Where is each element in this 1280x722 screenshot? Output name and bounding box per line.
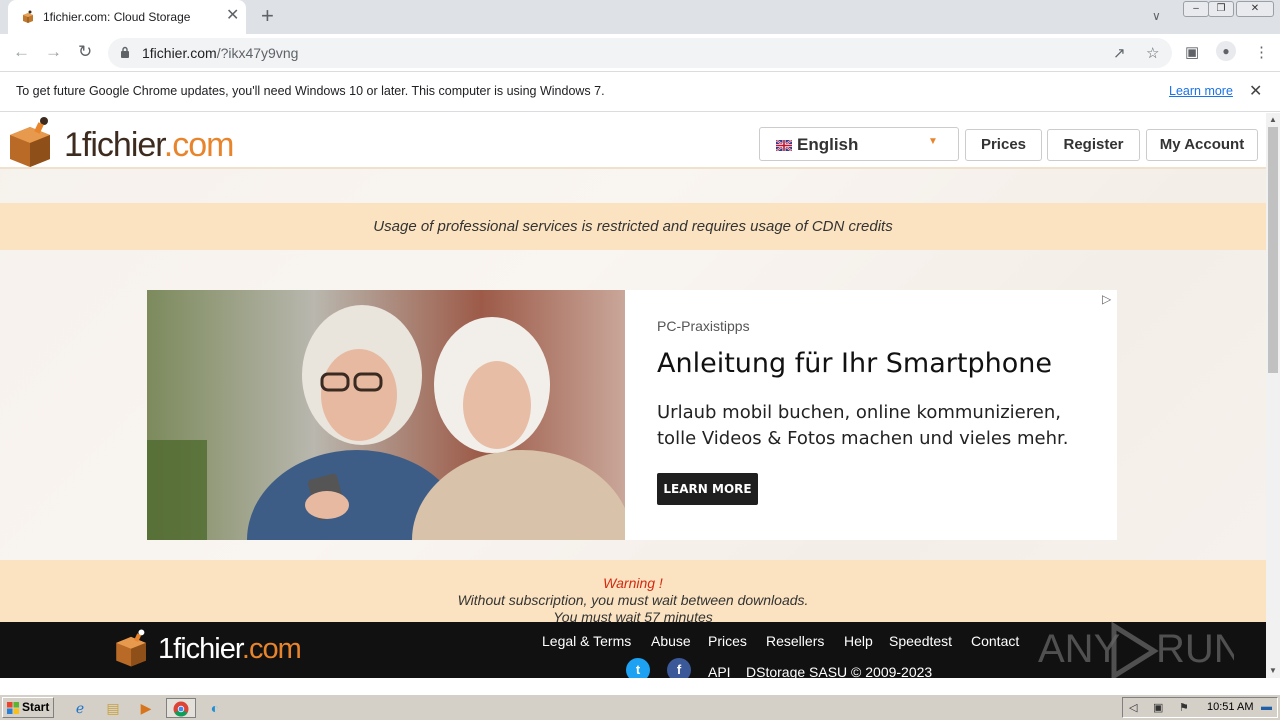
- footer-link-prices[interactable]: Prices: [708, 633, 747, 649]
- tab-title: 1fichier.com: Cloud Storage: [43, 10, 191, 24]
- start-button[interactable]: Start: [2, 697, 54, 718]
- lock-icon: [121, 46, 129, 58]
- site-footer: 1fichier.com Legal & Terms Abuse Prices …: [0, 621, 1266, 678]
- share-icon[interactable]: ↗: [1113, 44, 1126, 62]
- infobar-message: To get future Google Chrome updates, you…: [16, 84, 605, 98]
- footer-logo-wordmark: 1fichier.com: [158, 633, 302, 665]
- address-bar[interactable]: 1fichier.com/?ikx47y9vng ↗ ☆: [108, 38, 1172, 68]
- tab-search-chevron-icon[interactable]: ∨: [1152, 9, 1161, 23]
- update-infobar: To get future Google Chrome updates, you…: [0, 72, 1280, 112]
- advertisement-banner[interactable]: ▷ PC-Praxistipps Anleitung für Ihr Smart…: [147, 290, 1117, 540]
- footer-logo-box-icon: [116, 629, 146, 667]
- browser-tab-strip: 1fichier.com: Cloud Storage ✕ + ∨ – ❐ ✕: [0, 0, 1280, 34]
- scroll-up-arrow-icon[interactable]: ▲: [1269, 115, 1277, 124]
- url-text: 1fichier.com/?ikx47y9vng: [142, 45, 299, 61]
- site-favicon-icon: [23, 10, 33, 23]
- warning-message: Without subscription, you must wait betw…: [457, 592, 809, 608]
- footer-link-resellers[interactable]: Resellers: [766, 633, 824, 649]
- site-header: 1fichier.com English ▼ Prices Register M…: [0, 113, 1266, 169]
- footer-link-abuse[interactable]: Abuse: [651, 633, 691, 649]
- facebook-icon[interactable]: f: [667, 658, 691, 678]
- scroll-thumb[interactable]: [1268, 127, 1278, 373]
- reload-icon[interactable]: ↻: [78, 42, 92, 62]
- ad-learn-more-button[interactable]: LEARN MORE: [657, 473, 758, 505]
- prices-button[interactable]: Prices: [965, 129, 1042, 161]
- chrome-logo-icon: [173, 701, 189, 717]
- pro-services-notice: Usage of professional services is restri…: [0, 203, 1266, 250]
- action-center-flag-icon[interactable]: ⚑: [1179, 701, 1189, 714]
- footer-link-speedtest[interactable]: Speedtest: [889, 633, 952, 649]
- twitter-icon[interactable]: t: [626, 658, 650, 678]
- ad-choices-icon[interactable]: ▷: [1102, 292, 1111, 306]
- footer-link-legal[interactable]: Legal & Terms: [542, 633, 631, 649]
- footer-link-contact[interactable]: Contact: [971, 633, 1019, 649]
- warning-title: Warning !: [603, 575, 663, 591]
- profile-avatar-icon[interactable]: ●: [1216, 41, 1236, 61]
- window-minimize-button[interactable]: –: [1183, 1, 1209, 17]
- back-arrow-icon[interactable]: ←: [13, 42, 30, 62]
- chrome-menu-icon[interactable]: ⋮: [1254, 43, 1269, 61]
- internet-explorer-icon[interactable]: ℯ: [69, 698, 91, 718]
- language-select[interactable]: English ▼: [759, 127, 959, 161]
- logo-box-icon: [10, 117, 50, 167]
- pro-services-notice-text: Usage of professional services is restri…: [373, 218, 893, 235]
- download-warning: Warning ! Without subscription, you must…: [0, 560, 1266, 625]
- ad-headline[interactable]: Anleitung für Ihr Smartphone: [657, 348, 1052, 379]
- tab-close-icon[interactable]: ✕: [226, 8, 239, 24]
- ad-body-text: Urlaub mobil buchen, online kommuniziere…: [657, 402, 1069, 449]
- footer-link-api[interactable]: API: [708, 664, 731, 678]
- language-label: English: [797, 135, 859, 154]
- register-button[interactable]: Register: [1047, 129, 1140, 161]
- page-scrollbar[interactable]: ▲ ▼: [1266, 113, 1280, 678]
- new-tab-button[interactable]: +: [261, 5, 274, 27]
- chrome-taskbar-icon[interactable]: [166, 698, 196, 718]
- anyrun-watermark-logo: ANY RUN: [1038, 621, 1234, 678]
- side-panel-icon[interactable]: ▣: [1185, 43, 1199, 61]
- bookmark-star-icon[interactable]: ☆: [1146, 44, 1159, 62]
- svg-text:ANY: ANY: [1038, 627, 1120, 671]
- media-player-icon[interactable]: ▶: [135, 698, 157, 718]
- window-close-button[interactable]: ✕: [1236, 1, 1274, 17]
- scroll-down-arrow-icon[interactable]: ▼: [1269, 666, 1277, 675]
- window-restore-button[interactable]: ❐: [1208, 1, 1234, 17]
- forward-arrow-icon[interactable]: →: [45, 42, 62, 62]
- footer-link-help[interactable]: Help: [844, 633, 873, 649]
- learn-more-link[interactable]: Learn more: [1169, 84, 1233, 98]
- svg-text:RUN: RUN: [1156, 627, 1234, 671]
- edge-icon[interactable]: ◐: [204, 698, 226, 718]
- windows-logo-icon: [7, 702, 19, 714]
- taskbar-clock[interactable]: 10:51 AM: [1207, 701, 1253, 713]
- dropdown-caret-icon: ▼: [928, 136, 938, 147]
- network-icon[interactable]: ▣: [1153, 701, 1163, 714]
- my-account-button[interactable]: My Account: [1146, 129, 1258, 161]
- browser-tab[interactable]: 1fichier.com: Cloud Storage ✕: [8, 0, 246, 34]
- footer-logo[interactable]: 1fichier.com: [112, 628, 312, 668]
- browser-toolbar: ← → ↻ 1fichier.com/?ikx47y9vng ↗ ☆ ▣ ● ⋮: [0, 34, 1280, 72]
- file-explorer-icon[interactable]: ▤: [102, 698, 124, 718]
- show-desktop-icon[interactable]: ▬: [1261, 701, 1272, 713]
- page-viewport: 1fichier.com English ▼ Prices Register M…: [0, 113, 1266, 678]
- infobar-close-icon[interactable]: ✕: [1249, 81, 1262, 101]
- ad-photo-image[interactable]: [147, 290, 625, 540]
- uk-flag-icon: [776, 140, 792, 151]
- ad-source: PC-Praxistipps: [657, 318, 750, 334]
- system-tray: ◁ ▣ ⚑ 10:51 AM ▬: [1122, 697, 1278, 718]
- windows-taskbar: Start ℯ ▤ ▶ ◐ ◁ ▣ ⚑ 10:51 AM ▬: [0, 694, 1280, 720]
- logo-wordmark: 1fichier.com: [64, 126, 234, 164]
- volume-icon[interactable]: ◁: [1129, 701, 1137, 714]
- site-logo[interactable]: 1fichier.com: [6, 115, 246, 169]
- footer-copyright: DStorage SASU © 2009-2023: [746, 664, 933, 678]
